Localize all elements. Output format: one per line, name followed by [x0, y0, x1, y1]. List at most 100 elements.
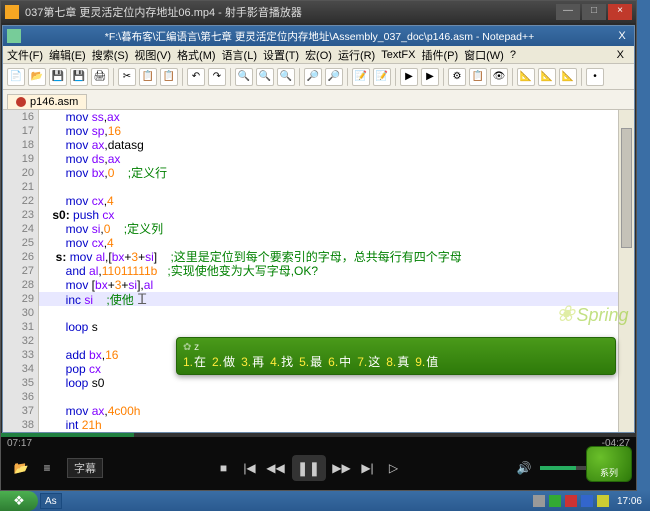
ime-candidate[interactable]: 3.再 — [241, 353, 264, 370]
stop-button[interactable]: ■ — [214, 458, 234, 478]
toolbar-separator — [512, 68, 513, 86]
toolbar-button[interactable]: ↶ — [187, 68, 205, 86]
toolbar-button[interactable]: • — [586, 68, 604, 86]
ime-candidate[interactable]: 9.值 — [415, 353, 438, 370]
toolbar-button[interactable]: 📂 — [28, 68, 46, 86]
code-area[interactable]: mov ss,ax mov sp,16 mov ax,datasg mov ds… — [39, 110, 618, 432]
menu-item[interactable]: 文件(F) — [7, 47, 43, 63]
toolbar-button[interactable]: 🖨 — [91, 68, 109, 86]
player-min-button[interactable]: — — [556, 4, 580, 20]
toolbar-button[interactable]: 💾 — [49, 68, 67, 86]
toolbar-button[interactable]: 🔍 — [256, 68, 274, 86]
ime-typed: z — [194, 342, 199, 353]
toolbar-button[interactable]: ▶ — [400, 68, 418, 86]
menu-item[interactable]: 视图(V) — [134, 47, 171, 63]
menu-item[interactable]: ? — [510, 49, 516, 61]
tray-icon[interactable] — [533, 495, 545, 507]
toolbar-separator — [299, 68, 300, 86]
forward-button[interactable]: ▶▶ — [332, 458, 352, 478]
menu-item[interactable]: 编辑(E) — [49, 47, 86, 63]
taskbar-clock: 17:06 — [613, 496, 646, 507]
toolbar-button[interactable]: ⚙ — [448, 68, 466, 86]
unsaved-dot-icon — [16, 97, 26, 107]
tray-icon[interactable] — [581, 495, 593, 507]
toolbar-button[interactable]: 🔎 — [304, 68, 322, 86]
open-file-button[interactable]: 📂 — [11, 458, 31, 478]
menu-item[interactable]: 宏(O) — [305, 47, 332, 63]
scrollbar-thumb[interactable] — [621, 128, 632, 248]
taskbar-item[interactable]: As — [40, 493, 62, 509]
menu-item[interactable]: 运行(R) — [338, 47, 375, 63]
np-tabbar: p146.asm — [3, 90, 634, 110]
toolbar-separator — [347, 68, 348, 86]
menu-item[interactable]: TextFX — [381, 49, 415, 61]
ime-candidate-bar[interactable]: ✿ z 1.在2.做3.再4.找5.最6.中7.这8.真9.值 — [176, 337, 616, 375]
toolbar-button[interactable]: 📋 — [139, 68, 157, 86]
toolbar-button[interactable]: 📄 — [7, 68, 25, 86]
toolbar-button[interactable]: 📐 — [538, 68, 556, 86]
player-max-button[interactable]: □ — [582, 4, 606, 20]
toolbar-separator — [182, 68, 183, 86]
ime-candidate[interactable]: 8.真 — [386, 353, 409, 370]
toolbar-button[interactable]: 🔎 — [325, 68, 343, 86]
text-cursor-icon: Ꮖ — [138, 291, 147, 307]
rewind-button[interactable]: ◀◀ — [266, 458, 286, 478]
time-elapsed: 07:17 — [7, 438, 32, 449]
vertical-scrollbar[interactable] — [618, 110, 634, 432]
np-titlebar: *F:\暮布客\汇编语言\第七章 更灵活定位内存地址\Assembly_037_… — [3, 26, 634, 46]
toolbar-button[interactable]: 💾 — [70, 68, 88, 86]
toolbar-separator — [230, 68, 231, 86]
tray-icon[interactable] — [549, 495, 561, 507]
system-tray: 17:06 — [529, 495, 650, 507]
toolbar-button[interactable]: 📐 — [517, 68, 535, 86]
windows-taskbar: ❖ As 17:06 — [0, 491, 650, 511]
player-window: 037第七章 更灵活定位内存地址06.mp4 - 射手影音播放器 — □ × *… — [0, 0, 637, 491]
np-close-button[interactable]: X — [614, 30, 630, 42]
toolbar-button[interactable]: 🔍 — [235, 68, 253, 86]
toolbar-button[interactable]: 📝 — [373, 68, 391, 86]
toolbar-button[interactable]: ✂ — [118, 68, 136, 86]
player-titlebar: 037第七章 更灵活定位内存地址06.mp4 - 射手影音播放器 — □ × — [1, 1, 636, 23]
player-control-bar: 07:17 -04:27 📂 ≡ 字幕 ■ |◀ ◀◀ ❚❚ ▶▶ ▶| ▷ 🔊… — [1, 433, 636, 490]
np-editor[interactable]: 1617181920212223242526272829303132333435… — [3, 110, 634, 432]
toolbar-button[interactable]: 📐 — [559, 68, 577, 86]
ime-candidate[interactable]: 2.做 — [212, 353, 235, 370]
toolbar-button[interactable]: 📝 — [352, 68, 370, 86]
menu-item[interactable]: 搜索(S) — [92, 47, 129, 63]
playlist-button[interactable]: ≡ — [37, 458, 57, 478]
toolbar-button[interactable]: ▶ — [421, 68, 439, 86]
subtitle-button[interactable]: 字幕 — [67, 458, 103, 478]
menu-item[interactable]: 插件(P) — [421, 47, 458, 63]
ime-candidate[interactable]: 1.在 — [183, 353, 206, 370]
volume-fill — [540, 466, 576, 470]
menu-item[interactable]: 设置(T) — [263, 47, 299, 63]
toolbar-button[interactable]: ↷ — [208, 68, 226, 86]
toolbar-button[interactable]: 📋 — [160, 68, 178, 86]
toolbar-button[interactable]: 👁 — [490, 68, 508, 86]
ime-candidate[interactable]: 6.中 — [328, 353, 351, 370]
menu-item[interactable]: 窗口(W) — [464, 47, 504, 63]
menu-item[interactable]: 格式(M) — [177, 47, 216, 63]
start-button[interactable]: ❖ — [0, 491, 38, 511]
play-pause-button[interactable]: ❚❚ — [292, 455, 326, 481]
toolbar-button[interactable]: 🔍 — [277, 68, 295, 86]
prev-button[interactable]: |◀ — [240, 458, 260, 478]
series-button[interactable]: 系列 — [586, 446, 632, 482]
toolbar-separator — [443, 68, 444, 86]
tray-icon[interactable] — [565, 495, 577, 507]
next-button[interactable]: ▶| — [358, 458, 378, 478]
ime-candidate[interactable]: 4.找 — [270, 353, 293, 370]
ime-candidates[interactable]: 1.在 2.做 3.再 4.找 5.最 6.中 7.这 8.真 9.值 — [183, 353, 609, 370]
menu-close-x[interactable]: X — [617, 49, 624, 61]
np-tab-active[interactable]: p146.asm — [7, 94, 87, 109]
player-close-button[interactable]: × — [608, 4, 632, 20]
mute-button[interactable]: 🔊 — [514, 458, 534, 478]
line-number-gutter: 1617181920212223242526272829303132333435… — [3, 110, 39, 432]
toolbar-button[interactable]: 📋 — [469, 68, 487, 86]
ime-candidate[interactable]: 5.最 — [299, 353, 322, 370]
tray-icon[interactable] — [597, 495, 609, 507]
menu-item[interactable]: 语言(L) — [222, 47, 257, 63]
progress-bar[interactable] — [1, 433, 636, 437]
ime-candidate[interactable]: 7.这 — [357, 353, 380, 370]
step-button[interactable]: ▷ — [384, 458, 404, 478]
